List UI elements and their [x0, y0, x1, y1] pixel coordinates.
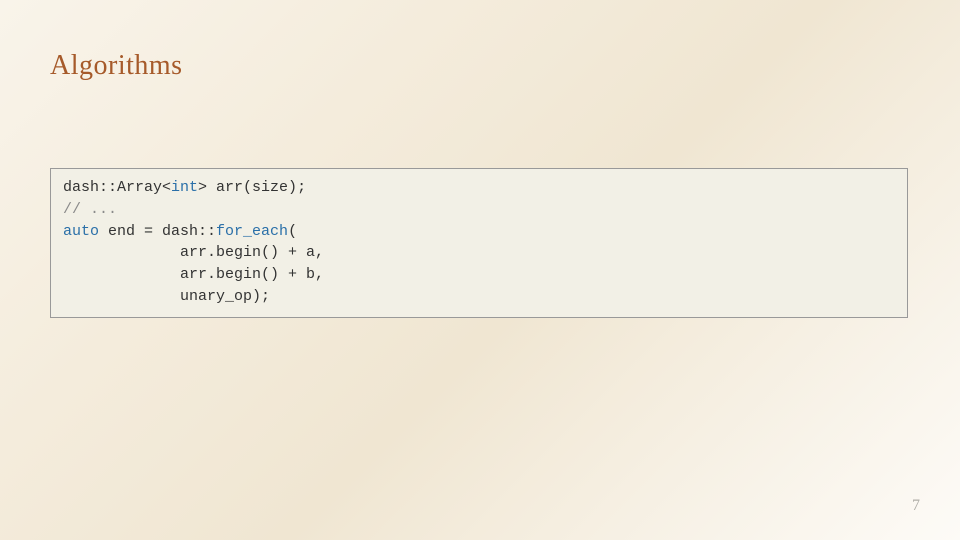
- code-line-6: unary_op);: [63, 288, 270, 305]
- code-block: dash::Array<int> arr(size); // ... auto …: [50, 168, 908, 318]
- code-comment: // ...: [63, 201, 117, 218]
- slide-title: Algorithms: [50, 50, 183, 82]
- code-line-5: arr.begin() + b,: [63, 266, 324, 283]
- code-fn-for_each: for_each: [216, 223, 288, 240]
- code-keyword-int: int: [171, 179, 198, 196]
- slide: Algorithms dash::Array<int> arr(size); /…: [0, 0, 960, 540]
- code-line-1-a: dash::Array<: [63, 179, 171, 196]
- page-number: 7: [912, 497, 920, 515]
- code-keyword-auto: auto: [63, 223, 99, 240]
- code-line-1-b: > arr(size);: [198, 179, 306, 196]
- code-line-4: arr.begin() + a,: [63, 244, 324, 261]
- code-line-3-a: end = dash::: [99, 223, 216, 240]
- code-line-3-b: (: [288, 223, 297, 240]
